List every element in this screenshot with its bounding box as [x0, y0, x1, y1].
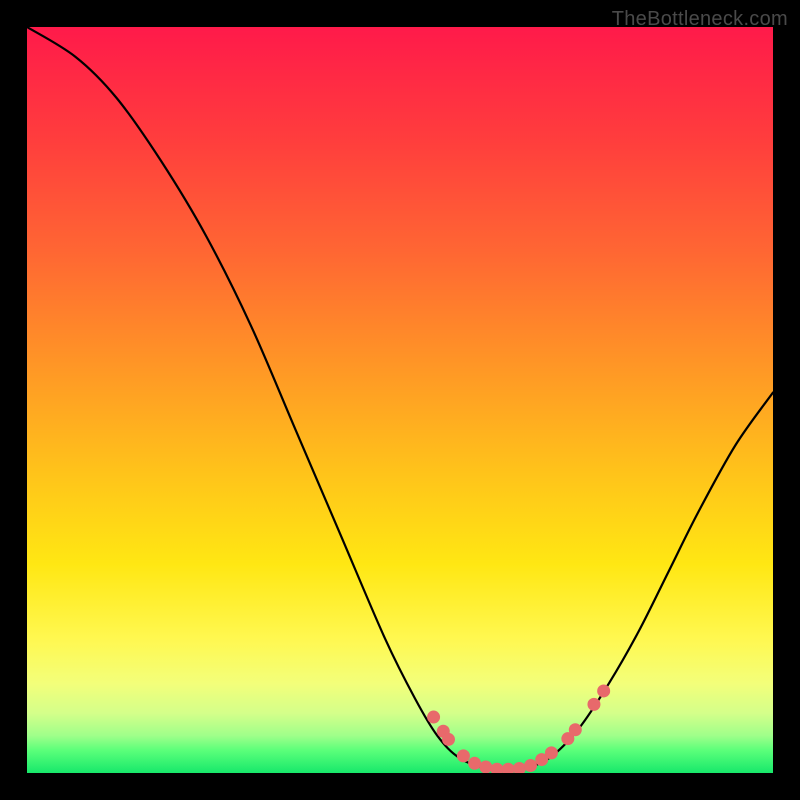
- watermark-text: TheBottleneck.com: [612, 8, 788, 31]
- marker-dot: [427, 711, 440, 724]
- marker-dot: [502, 763, 515, 773]
- marker-dots-group: [427, 684, 610, 773]
- marker-dot: [513, 762, 526, 773]
- marker-dot: [457, 749, 470, 762]
- marker-dot: [442, 733, 455, 746]
- marker-dot: [490, 763, 503, 773]
- marker-dot: [524, 759, 537, 772]
- bottleneck-curve: [27, 27, 773, 771]
- marker-dot: [587, 698, 600, 711]
- marker-dot: [569, 723, 582, 736]
- chart-plot-area: [27, 27, 773, 773]
- marker-dot: [479, 761, 492, 773]
- marker-dot: [597, 684, 610, 697]
- marker-dot: [545, 746, 558, 759]
- marker-dot: [468, 757, 481, 770]
- curve-layer: [27, 27, 773, 773]
